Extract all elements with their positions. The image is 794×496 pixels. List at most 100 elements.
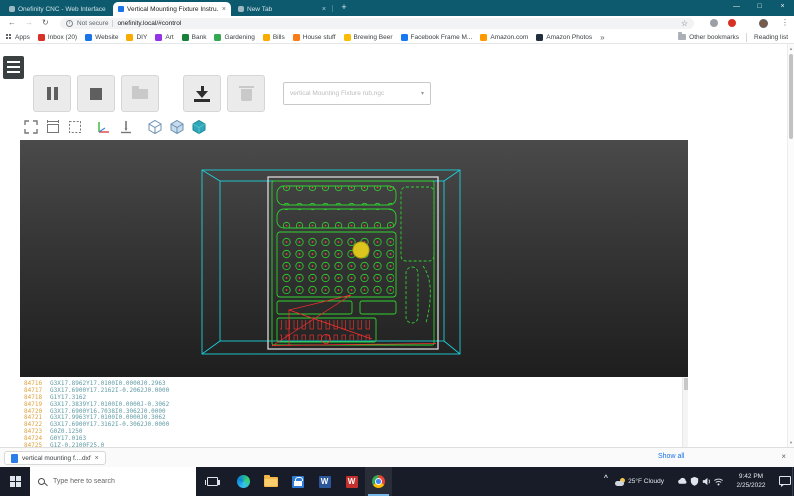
taskbar-red-app-icon[interactable]: W — [338, 467, 365, 496]
upload-gcode-button[interactable] — [183, 75, 221, 112]
reading-list-button[interactable]: Reading list — [754, 34, 788, 41]
browser-menu-icon[interactable]: ⋮ — [781, 18, 789, 27]
site-info-icon[interactable]: i — [66, 20, 73, 27]
profile-avatar[interactable] — [759, 19, 768, 28]
minimize-button[interactable]: — — [725, 0, 748, 15]
wireframe-view-icon[interactable] — [146, 119, 163, 136]
app-menu-button[interactable] — [3, 56, 24, 79]
taskbar-edge-icon[interactable] — [230, 467, 257, 496]
tab-separator — [332, 5, 333, 12]
other-bookmarks-button[interactable]: Other bookmarks — [678, 32, 739, 41]
bookmarks-overflow-icon[interactable]: » — [600, 33, 604, 42]
tab-new-tab[interactable]: New Tab × — [233, 2, 331, 16]
start-button[interactable] — [0, 467, 30, 496]
show-tool-icon[interactable] — [117, 119, 134, 136]
gcode-line: 84719 G3X17.3839Y17.0100I0.0000J-0.3062 — [24, 400, 170, 408]
word-icon: W — [318, 475, 331, 488]
bookmark-favicon — [536, 33, 544, 41]
toolpath-3d-view[interactable] — [20, 140, 688, 377]
reload-button[interactable]: ↻ — [42, 18, 49, 27]
new-tab-button[interactable]: + — [338, 2, 350, 14]
taskbar-store-icon[interactable] — [284, 467, 311, 496]
pause-icon — [46, 87, 58, 100]
forward-button[interactable]: → — [25, 18, 33, 27]
apps-shortcut[interactable]: Apps — [6, 34, 30, 41]
security-shield-icon[interactable] — [689, 476, 700, 487]
bookmark-item[interactable]: Art — [155, 33, 174, 41]
bookmark-item[interactable]: Amazon Photos — [536, 33, 592, 41]
gcode-scrollbar-thumb[interactable] — [684, 378, 688, 390]
select-caret-icon: ▾ — [420, 91, 424, 97]
trash-icon — [238, 86, 254, 101]
download-chip[interactable]: vertical mounting f....dxf × — [4, 451, 106, 465]
bookmark-item[interactable]: Facebook Frame M... — [400, 33, 472, 41]
scroll-up-icon[interactable]: ▲ — [788, 46, 794, 51]
folder-icon — [678, 32, 687, 40]
extension-icon[interactable] — [710, 19, 718, 27]
bookmark-item[interactable]: Inbox (20) — [37, 33, 77, 41]
open-file-button[interactable] — [121, 75, 159, 112]
edge-icon — [237, 475, 250, 488]
tab-close-icon[interactable]: × — [222, 6, 226, 13]
scroll-down-icon[interactable]: ▼ — [788, 440, 794, 445]
bookmark-star-icon[interactable]: ☆ — [681, 19, 688, 28]
tab-vertical-fixture[interactable]: Vertical Mounting Fixture Instru... × — [113, 2, 231, 16]
fit-view-icon[interactable] — [22, 119, 39, 136]
network-icon[interactable] — [713, 476, 724, 487]
bookmark-item[interactable]: House stuff — [292, 33, 336, 41]
download-file-name: vertical mounting f....dxf — [22, 454, 91, 462]
maximize-button[interactable]: □ — [748, 0, 771, 15]
shaded-view-icon[interactable] — [168, 119, 185, 136]
hidden-icons-chevron[interactable]: ^ — [604, 475, 608, 482]
taskbar-search-input[interactable] — [51, 477, 171, 486]
gcode-file-select[interactable]: vertical Mounting Fixture rub.ngc ▾ — [283, 82, 431, 105]
apps-label: Apps — [15, 33, 30, 41]
bookmark-item[interactable]: Brewing Beer — [343, 33, 393, 41]
action-center-icon[interactable] — [779, 476, 791, 487]
taskbar-file-explorer-icon[interactable] — [257, 467, 284, 496]
bookmark-favicon — [181, 33, 189, 41]
delete-file-button[interactable] — [227, 75, 265, 112]
stop-button[interactable] — [77, 75, 115, 112]
show-axes-icon[interactable] — [95, 119, 112, 136]
bookmarks-divider — [746, 32, 748, 42]
store-icon — [291, 475, 304, 488]
close-downloads-bar-icon[interactable]: × — [781, 452, 786, 461]
tab-onefinity[interactable]: Onefinity CNC - Web Interface — [4, 2, 111, 16]
bookmark-item[interactable]: Gardening — [214, 33, 255, 41]
show-all-downloads-button[interactable]: Show all — [658, 453, 684, 460]
taskbar-chrome-icon[interactable] — [365, 467, 392, 496]
tab-close-icon[interactable]: × — [322, 6, 326, 13]
toolpath-viewport[interactable] — [20, 140, 688, 377]
bookmark-item[interactable]: Website — [85, 33, 118, 41]
clock[interactable]: 9:42 PM 2/25/2022 — [726, 472, 776, 490]
taskbar-search[interactable] — [30, 467, 196, 496]
pause-button[interactable] — [33, 75, 71, 112]
gcode-line: 84716 G3X17.8962Y17.0100I0.0000J0.2963 — [24, 380, 166, 387]
bookmark-item[interactable]: Bills — [262, 33, 285, 41]
gcode-console[interactable]: 84716 G3X17.8962Y17.0100I0.0000J0.2963 84… — [20, 377, 688, 447]
omnibox[interactable]: i Not secure onefinity.local/#control ☆ — [60, 18, 694, 29]
onedrive-icon[interactable] — [677, 476, 688, 487]
speaker-icon[interactable] — [701, 476, 712, 487]
back-button[interactable]: ← — [8, 18, 16, 27]
tab-title: New Tab — [247, 5, 273, 13]
url-text[interactable]: onefinity.local/#control — [117, 20, 676, 27]
bookmark-item[interactable]: Bank — [181, 33, 206, 41]
task-view-button[interactable] — [198, 467, 226, 496]
extension-icon-red[interactable] — [728, 19, 736, 27]
show-dimensions-icon[interactable] — [44, 119, 61, 136]
bookmark-item[interactable]: DIY — [126, 33, 147, 41]
weather-widget[interactable]: 25°F Cloudy — [615, 467, 664, 496]
gcode-scrollbar[interactable] — [682, 377, 688, 447]
page-scrollbar[interactable]: ▲ ▼ — [787, 44, 794, 447]
hole-grid — [279, 235, 394, 294]
dismiss-download-icon[interactable]: × — [95, 455, 99, 462]
close-window-button[interactable]: × — [771, 0, 794, 15]
solid-view-icon[interactable] — [190, 119, 207, 136]
show-bounds-icon[interactable] — [66, 119, 83, 136]
page-scrollbar-thumb[interactable] — [789, 54, 793, 139]
bookmark-item[interactable]: Amazon.com — [480, 33, 528, 41]
security-label: Not secure — [77, 20, 109, 27]
taskbar-word-icon[interactable]: W — [311, 467, 338, 496]
